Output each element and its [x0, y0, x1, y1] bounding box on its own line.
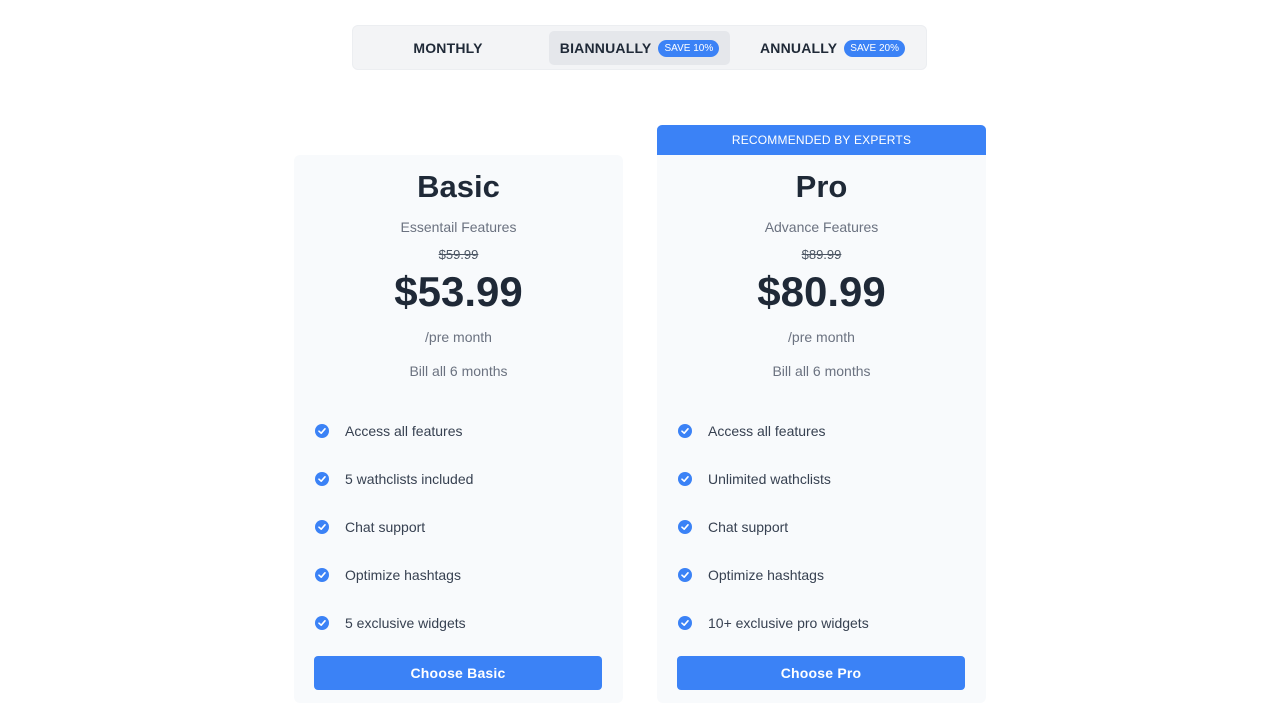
- recommended-banner: RECOMMENDED BY EXPERTS: [657, 125, 986, 155]
- check-circle-icon: [315, 424, 329, 438]
- plan-description: Advance Features: [764, 219, 879, 235]
- feature-label: Optimize hashtags: [345, 567, 461, 583]
- check-circle-icon: [315, 520, 329, 534]
- feature-list: Access all features 5 wathclists include…: [315, 407, 473, 647]
- check-circle-icon: [678, 424, 692, 438]
- feature-item: 5 wathclists included: [315, 455, 473, 503]
- plan-card-basic: Basic Essentail Features $59.99 $53.99 /…: [294, 155, 623, 703]
- price-period: /pre month: [425, 329, 492, 345]
- feature-label: Chat support: [345, 519, 426, 535]
- feature-label: Access all features: [708, 423, 826, 439]
- save-badge-biannually: SAVE 10%: [658, 39, 720, 57]
- plan-card-pro: Pro Advance Features $89.99 $80.99 /pre …: [657, 155, 986, 703]
- old-price: $59.99: [438, 247, 479, 262]
- feature-item: Access all features: [678, 407, 869, 455]
- save-badge-annually: SAVE 20%: [844, 39, 906, 57]
- plan-name: Pro: [795, 169, 848, 204]
- old-price: $89.99: [801, 247, 842, 262]
- check-circle-icon: [315, 568, 329, 582]
- check-circle-icon: [678, 616, 692, 630]
- check-circle-icon: [678, 472, 692, 486]
- toggle-biannually-label: BIANNUALLY: [559, 40, 652, 56]
- feature-item: Optimize hashtags: [315, 551, 473, 599]
- check-circle-icon: [678, 520, 692, 534]
- toggle-monthly-label: MONTHLY: [413, 40, 483, 56]
- feature-label: 5 wathclists included: [345, 471, 474, 487]
- billing-period-toggle: MONTHLY BIANNUALLY SAVE 10% ANNUALLY SAV…: [352, 25, 927, 70]
- feature-item: Unlimited wathclists: [678, 455, 869, 503]
- feature-label: Optimize hashtags: [708, 567, 824, 583]
- price: $80.99: [757, 268, 886, 315]
- choose-basic-button[interactable]: Choose Basic: [314, 656, 602, 690]
- feature-item: Access all features: [315, 407, 473, 455]
- feature-item: Optimize hashtags: [678, 551, 869, 599]
- toggle-biannually[interactable]: BIANNUALLY SAVE 10%: [549, 31, 730, 65]
- plan-description: Essentail Features: [400, 219, 517, 235]
- toggle-annually[interactable]: ANNUALLY SAVE 20%: [742, 31, 923, 65]
- feature-label: Access all features: [345, 423, 463, 439]
- check-circle-icon: [678, 568, 692, 582]
- toggle-annually-label: ANNUALLY: [759, 40, 838, 56]
- feature-item: Chat support: [315, 503, 473, 551]
- feature-list: Access all features Unlimited wathclists…: [678, 407, 869, 647]
- price: $53.99: [394, 268, 523, 315]
- feature-item: 5 exclusive widgets: [315, 599, 473, 647]
- feature-label: 5 exclusive widgets: [345, 615, 466, 631]
- billing-note: Bill all 6 months: [409, 363, 508, 379]
- check-circle-icon: [315, 616, 329, 630]
- feature-label: Unlimited wathclists: [708, 471, 831, 487]
- price-period: /pre month: [788, 329, 855, 345]
- feature-label: Chat support: [708, 519, 789, 535]
- feature-label: 10+ exclusive pro widgets: [708, 615, 869, 631]
- choose-pro-button[interactable]: Choose Pro: [677, 656, 965, 690]
- toggle-monthly[interactable]: MONTHLY: [358, 31, 538, 65]
- plan-name: Basic: [417, 169, 500, 204]
- billing-note: Bill all 6 months: [772, 363, 871, 379]
- check-circle-icon: [315, 472, 329, 486]
- feature-item: Chat support: [678, 503, 869, 551]
- feature-item: 10+ exclusive pro widgets: [678, 599, 869, 647]
